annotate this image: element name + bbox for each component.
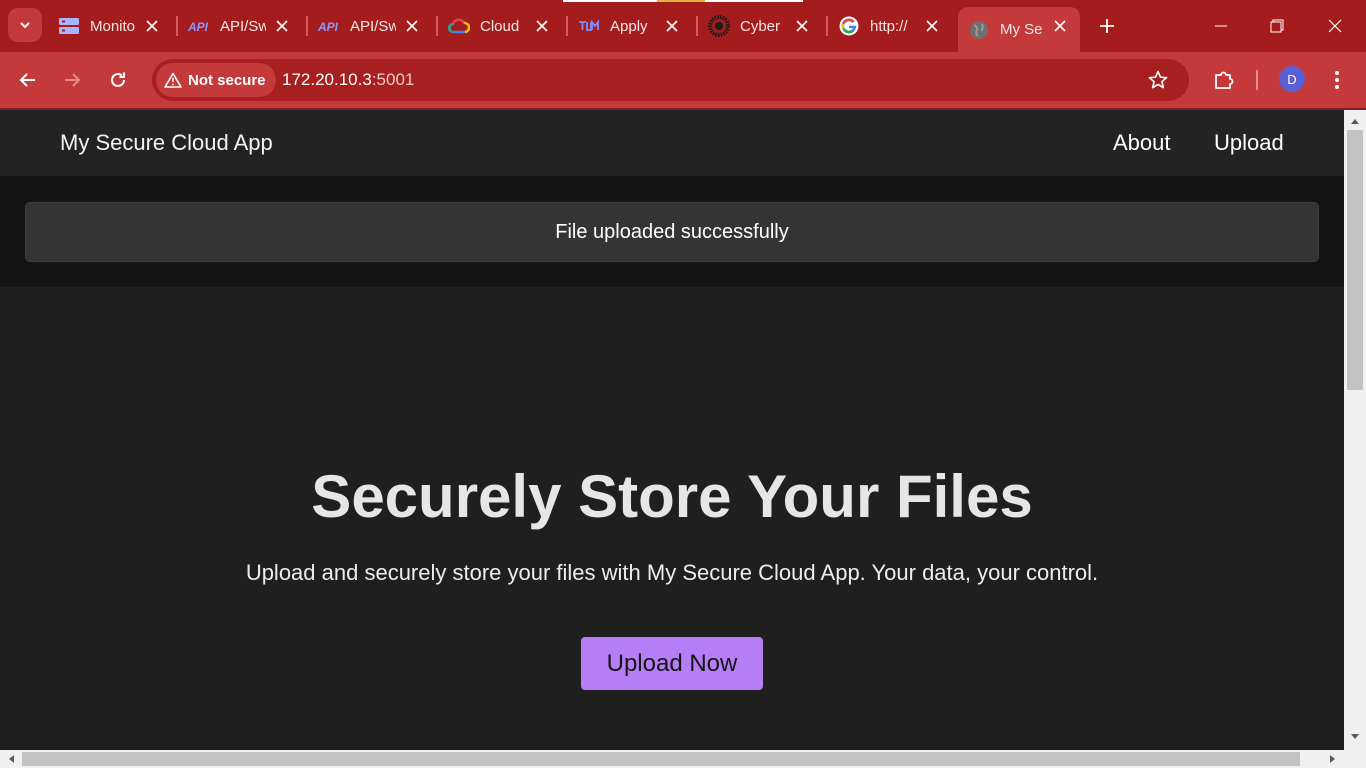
toolbar-divider	[1256, 70, 1258, 90]
security-indicator[interactable]: Not secure	[156, 63, 276, 97]
close-tab-icon[interactable]	[792, 16, 812, 36]
site-navbar: My Secure Cloud App About Upload	[0, 110, 1344, 176]
profile-avatar[interactable]: D	[1279, 66, 1305, 92]
dashboard-icon	[58, 15, 80, 37]
url-host: 172.20.10.3	[282, 70, 372, 89]
scroll-right-arrow-icon[interactable]	[1327, 753, 1339, 765]
svg-text:API: API	[318, 20, 339, 33]
tab-http[interactable]: http://	[828, 8, 952, 44]
forward-button[interactable]	[56, 64, 88, 96]
scroll-up-arrow-icon[interactable]	[1349, 115, 1361, 127]
restore-icon	[1270, 19, 1284, 33]
close-tab-icon[interactable]	[402, 16, 422, 36]
nav-link-upload[interactable]: Upload	[1214, 130, 1284, 156]
globe-icon	[968, 19, 990, 41]
extensions-button[interactable]	[1208, 64, 1240, 96]
tab-title: Cloud	[480, 17, 520, 35]
scroll-left-arrow-icon[interactable]	[5, 753, 17, 765]
arrow-right-icon	[65, 73, 81, 87]
scroll-down-arrow-icon[interactable]	[1349, 731, 1361, 743]
close-tab-icon[interactable]	[922, 16, 942, 36]
minimize-button[interactable]	[1204, 10, 1238, 42]
tum-logo-icon	[578, 15, 600, 37]
tab-title: API/Swagger	[350, 17, 396, 35]
tab-api-swagger-1[interactable]: API API/Swagger	[178, 8, 302, 44]
tab-search-button[interactable]	[8, 8, 42, 42]
tab-title: Apply	[610, 17, 648, 35]
tab-apply[interactable]: Apply	[568, 8, 692, 44]
browser-toolbar: Not secure 172.20.10.3:5001 D	[0, 52, 1366, 108]
svg-text:API: API	[188, 20, 209, 33]
nav-link-about[interactable]: About	[1113, 130, 1171, 156]
close-tab-icon[interactable]	[142, 16, 162, 36]
tab-cyber[interactable]: Cyber	[698, 8, 822, 44]
tab-title: API/Swagger	[220, 17, 266, 35]
horizontal-scrollbar[interactable]	[0, 750, 1366, 768]
tab-my-secure-cloud-app[interactable]: My Secure Cloud App	[958, 7, 1080, 52]
tab-loading-indicator	[657, 0, 705, 2]
api-icon: API	[318, 15, 340, 37]
reload-icon	[111, 72, 125, 87]
tab-title: http://	[870, 17, 908, 35]
vertical-scrollbar[interactable]	[1344, 110, 1366, 750]
security-label: Not secure	[188, 71, 266, 89]
tab-title: Monitoring	[90, 17, 136, 35]
back-button[interactable]	[12, 64, 44, 96]
warning-icon	[164, 72, 182, 88]
google-cloud-icon	[448, 15, 470, 37]
close-tab-icon[interactable]	[532, 16, 552, 36]
flash-message: File uploaded successfully	[25, 202, 1319, 262]
hero-title: Securely Store Your Files	[311, 463, 1033, 530]
plus-icon	[1100, 19, 1114, 33]
google-icon	[838, 15, 860, 37]
minimize-icon	[1215, 25, 1227, 27]
bookmark-button[interactable]	[1143, 65, 1173, 95]
chevron-down-icon	[20, 22, 30, 29]
more-vertical-icon	[1335, 71, 1339, 89]
address-bar[interactable]: Not secure 172.20.10.3:5001	[152, 59, 1189, 101]
new-tab-button[interactable]	[1094, 13, 1120, 39]
close-tab-icon[interactable]	[1050, 16, 1070, 36]
reload-button[interactable]	[102, 64, 134, 96]
close-tab-icon[interactable]	[662, 16, 682, 36]
tab-title: My Secure Cloud App	[1000, 21, 1042, 38]
site-brand[interactable]: My Secure Cloud App	[60, 130, 273, 156]
hero-subtitle: Upload and securely store your files wit…	[245, 560, 1099, 585]
puzzle-piece-icon	[1215, 71, 1234, 89]
tab-monitoring[interactable]: Monitoring	[48, 8, 172, 44]
tab-cloud[interactable]: Cloud	[438, 8, 562, 44]
api-icon: API	[188, 15, 210, 37]
close-tab-icon[interactable]	[272, 16, 292, 36]
arrow-left-icon	[19, 73, 35, 87]
page-viewport: My Secure Cloud App About Upload File up…	[0, 110, 1344, 750]
tab-strip: Monitoring API API/Swagger API API/Swagg…	[0, 0, 1366, 52]
browser-menu-button[interactable]	[1322, 64, 1352, 96]
tab-title: Cyber	[740, 17, 781, 35]
close-icon	[1328, 19, 1342, 33]
upload-now-button[interactable]: Upload Now	[581, 637, 763, 690]
url-text: 172.20.10.3:5001	[282, 70, 414, 90]
cyber-logo-icon	[708, 15, 730, 37]
tab-api-swagger-2[interactable]: API API/Swagger	[308, 8, 432, 44]
vertical-scroll-thumb[interactable]	[1347, 130, 1363, 390]
horizontal-scroll-thumb[interactable]	[22, 752, 1300, 766]
flash-container: File uploaded successfully	[0, 176, 1344, 287]
close-window-button[interactable]	[1318, 10, 1352, 42]
restore-button[interactable]	[1260, 10, 1294, 42]
star-icon	[1148, 70, 1168, 89]
url-port: :5001	[371, 70, 415, 89]
